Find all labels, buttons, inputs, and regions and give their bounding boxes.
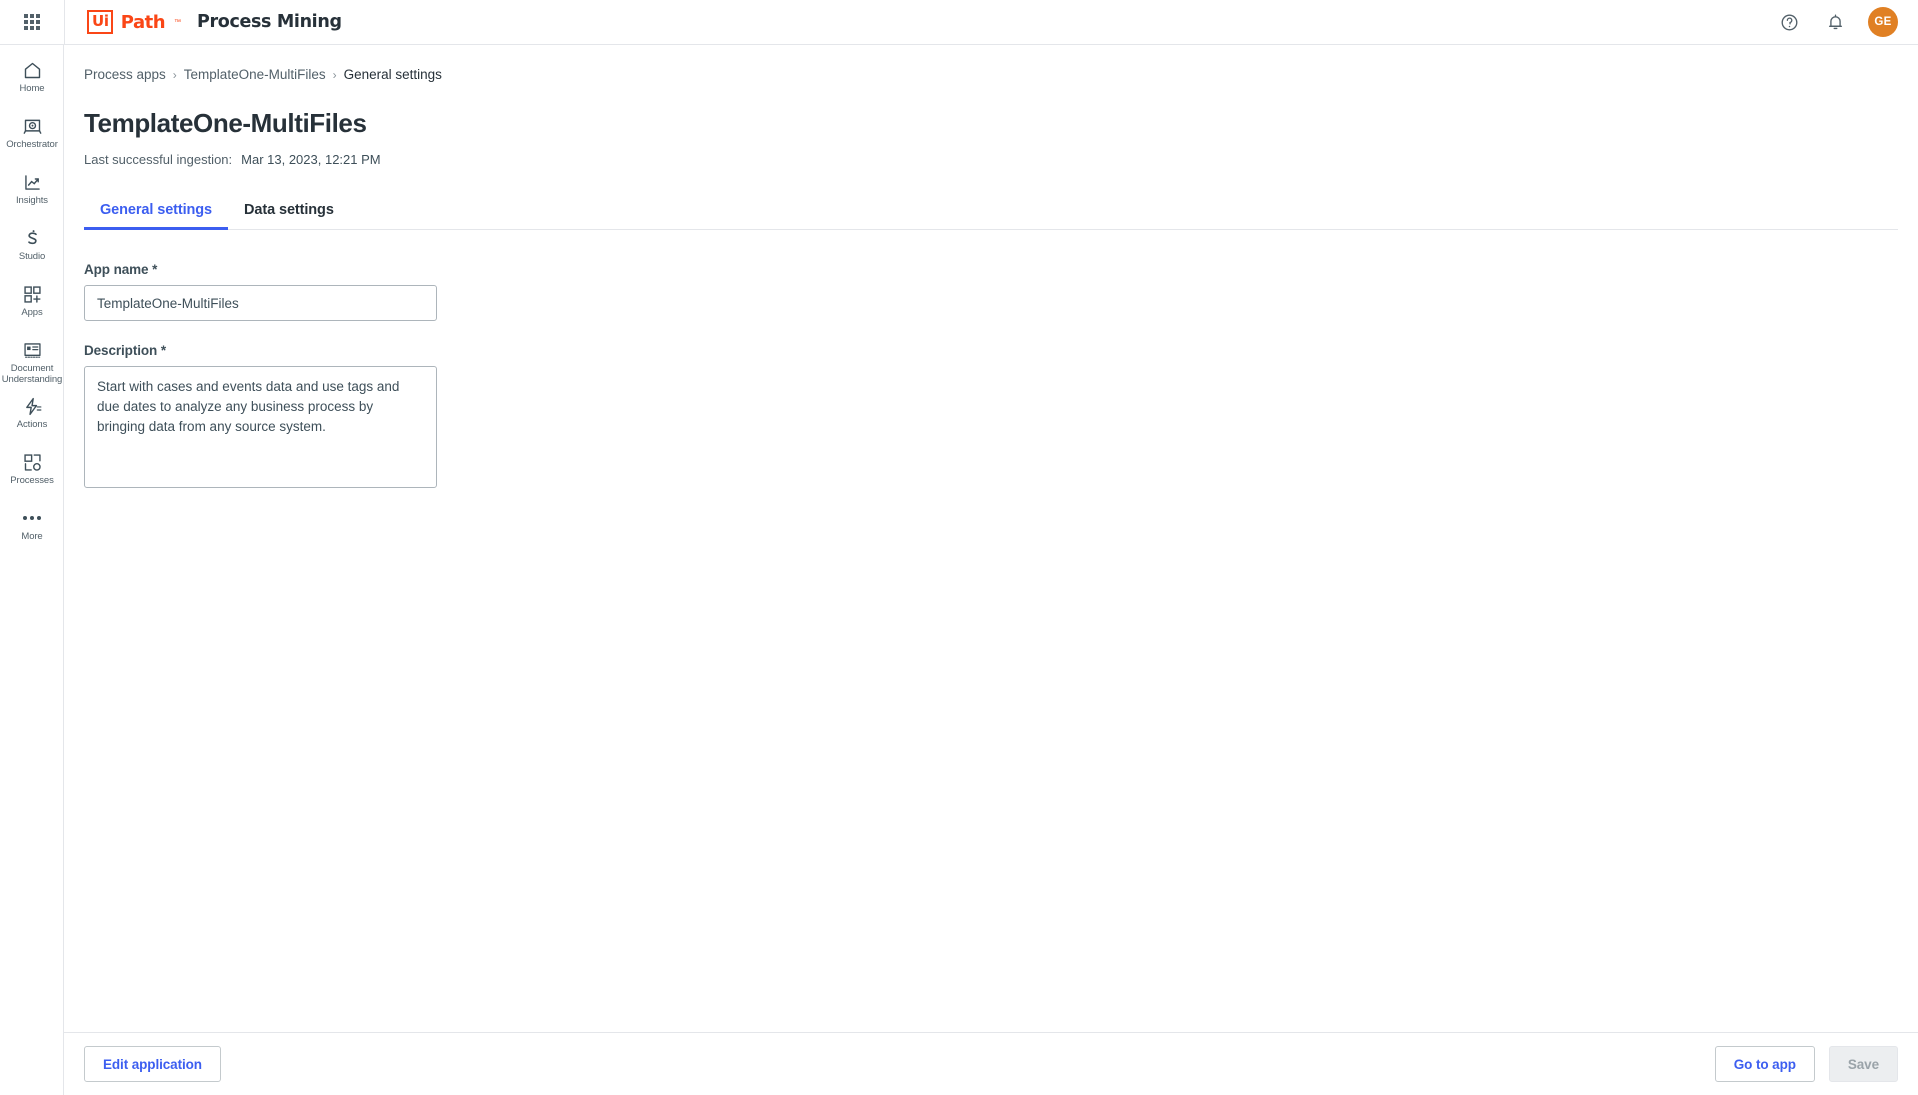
tab-data-settings[interactable]: Data settings xyxy=(228,194,350,229)
breadcrumb-item-current: General settings xyxy=(343,67,442,82)
breadcrumb-separator-icon: › xyxy=(332,67,337,82)
sidebar-item-home[interactable]: Home xyxy=(0,59,64,105)
last-ingestion-value: Mar 13, 2023, 12:21 PM xyxy=(241,152,381,167)
sidebar-item-insights[interactable]: Insights xyxy=(0,171,64,217)
insights-chart-icon xyxy=(22,171,43,193)
breadcrumb-item-process-apps[interactable]: Process apps xyxy=(84,67,166,82)
description-label: Description * xyxy=(84,343,166,358)
more-dots-icon xyxy=(23,507,41,529)
sidebar-item-label: Apps xyxy=(21,307,43,318)
footer-right-actions: Go to app Save xyxy=(1714,1046,1898,1082)
general-settings-form: App name * Description * Start with case… xyxy=(84,262,1918,493)
uipath-logo-ui-mark: Ui xyxy=(87,10,113,34)
page-title: TemplateOne-MultiFiles xyxy=(84,108,367,138)
sidebar-item-orchestrator[interactable]: Orchestrator xyxy=(0,115,64,161)
brand-logo[interactable]: Ui Path ™ Process Mining xyxy=(65,0,342,45)
sidebar-item-label: Processes xyxy=(10,475,54,486)
app-launcher-button[interactable] xyxy=(0,0,64,44)
app-name-field-group: App name * xyxy=(84,262,1918,321)
settings-tabs: General settings Data settings xyxy=(84,194,1898,230)
grid-apps-icon xyxy=(24,14,40,30)
breadcrumb-separator-icon: › xyxy=(172,67,177,82)
sidebar-item-label: Home xyxy=(19,83,45,94)
left-sidebar: Home Orchestrator Insights Studio Apps D… xyxy=(0,45,64,1095)
sidebar-item-label: Orchestrator xyxy=(6,139,58,150)
sidebar-item-studio[interactable]: Studio xyxy=(0,227,64,273)
avatar[interactable]: GE xyxy=(1868,7,1898,37)
breadcrumb: Process apps › TemplateOne-MultiFiles › … xyxy=(84,67,1918,82)
actions-bolt-icon xyxy=(22,395,43,417)
home-icon xyxy=(22,59,43,81)
sidebar-item-label: More xyxy=(21,531,43,542)
save-button[interactable]: Save xyxy=(1828,1046,1898,1082)
bell-icon[interactable] xyxy=(1822,9,1848,35)
sidebar-item-apps[interactable]: Apps xyxy=(0,283,64,329)
uipath-logo-path-mark: Path xyxy=(120,11,166,33)
breadcrumb-item-app[interactable]: TemplateOne-MultiFiles xyxy=(184,67,326,82)
sidebar-item-label: Studio xyxy=(18,251,46,262)
product-name: Process Mining xyxy=(197,12,342,32)
document-understanding-icon xyxy=(22,339,43,361)
processes-icon xyxy=(22,451,43,473)
apps-grid-plus-icon xyxy=(22,283,43,305)
sidebar-item-label: Document Understanding xyxy=(1,363,63,385)
app-name-input[interactable] xyxy=(84,285,437,321)
go-to-app-button[interactable]: Go to app xyxy=(1714,1046,1815,1082)
last-ingestion-label: Last successful ingestion: xyxy=(84,152,233,167)
sidebar-item-actions[interactable]: Actions xyxy=(0,395,64,441)
edit-application-button[interactable]: Edit application xyxy=(84,1046,221,1082)
description-textarea[interactable]: Start with cases and events data and use… xyxy=(84,366,437,488)
topbar-actions: GE xyxy=(1776,7,1918,37)
orchestrator-icon xyxy=(22,115,43,137)
sidebar-item-processes[interactable]: Processes xyxy=(0,451,64,497)
app-name-label: App name * xyxy=(84,262,158,277)
last-ingestion: Last successful ingestion: Mar 13, 2023,… xyxy=(84,152,1918,167)
sidebar-item-label: Insights xyxy=(16,195,48,206)
sidebar-item-document-understanding[interactable]: Document Understanding xyxy=(0,339,64,385)
tab-general-settings[interactable]: General settings xyxy=(84,194,229,230)
main-content: Process apps › TemplateOne-MultiFiles › … xyxy=(64,45,1918,1032)
help-circle-icon[interactable] xyxy=(1776,9,1802,35)
top-bar: Ui Path ™ Process Mining GE xyxy=(0,0,1918,45)
sidebar-item-more[interactable]: More xyxy=(0,507,64,553)
sidebar-item-label: Actions xyxy=(16,419,48,430)
trademark-icon: ™ xyxy=(174,18,182,26)
studio-icon xyxy=(22,227,43,249)
footer-action-bar: Edit application Go to app Save xyxy=(64,1032,1918,1095)
description-field-group: Description * Start with cases and event… xyxy=(84,343,1918,493)
